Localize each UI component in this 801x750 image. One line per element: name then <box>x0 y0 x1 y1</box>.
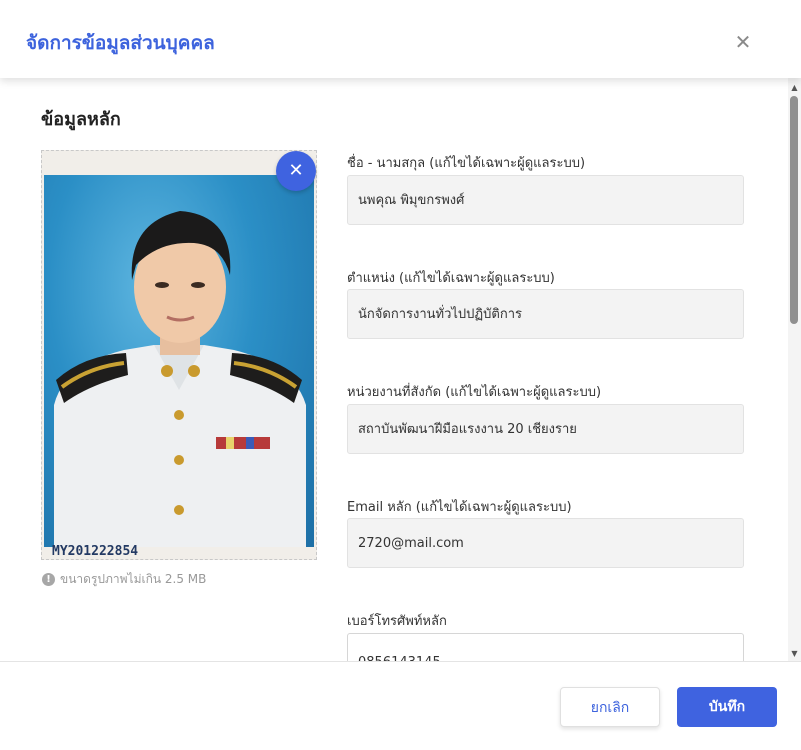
department-label: หน่วยงานที่สังกัด (แก้ไขได้เฉพาะผู้ดูแลร… <box>347 385 602 400</box>
remove-photo-button[interactable]: ✕ <box>276 151 316 191</box>
photo-size-hint-text: ขนาดรูปภาพไม่เกิน 2.5 MB <box>60 572 207 586</box>
email-field[interactable]: 2720@mail.com <box>347 518 744 568</box>
photo-size-hint: ! ขนาดรูปภาพไม่เกิน 2.5 MB <box>42 570 206 589</box>
personal-info-dialog: จัดการข้อมูลส่วนบุคคล ✕ ข้อมูลหลัก MY201… <box>0 0 801 750</box>
dialog-title: จัดการข้อมูลส่วนบุคคล <box>26 32 215 54</box>
dialog-header: จัดการข้อมูลส่วนบุคคล ✕ <box>0 0 801 78</box>
phone-field[interactable]: 0856143145 <box>347 633 744 662</box>
photo-caption: MY201222854 <box>52 544 139 559</box>
save-button[interactable]: บันทึก <box>677 687 777 727</box>
profile-photo-upload[interactable]: MY201222854 <box>41 150 317 560</box>
scroll-down-icon[interactable]: ▼ <box>789 648 800 659</box>
cancel-button[interactable]: ยกเลิก <box>560 687 660 727</box>
dialog-body: ข้อมูลหลัก MY201222854 ✕ ! ขนาดรูปภาพไม่… <box>0 78 788 662</box>
scroll-up-icon[interactable]: ▲ <box>789 82 800 93</box>
close-icon[interactable]: ✕ <box>732 31 754 53</box>
info-icon: ! <box>42 573 55 586</box>
phone-label: เบอร์โทรศัพท์หลัก <box>347 614 447 629</box>
position-field[interactable]: นักจัดการงานทั่วไปปฏิบัติการ <box>347 289 744 339</box>
email-label: Email หลัก (แก้ไขได้เฉพาะผู้ดูแลระบบ) <box>347 500 572 515</box>
fullname-label: ชื่อ - นามสกุล (แก้ไขได้เฉพาะผู้ดูแลระบบ… <box>347 156 586 171</box>
scrollbar-thumb[interactable] <box>790 96 798 324</box>
dialog-footer: ยกเลิก บันทึก <box>0 661 801 750</box>
section-title: ข้อมูลหลัก <box>41 109 121 130</box>
fullname-field[interactable]: นพคุณ พิมุขกรพงศ์ <box>347 175 744 225</box>
position-label: ตำแหน่ง (แก้ไขได้เฉพาะผู้ดูแลระบบ) <box>347 271 555 286</box>
profile-photo <box>54 211 306 547</box>
department-field[interactable]: สถาบันพัฒนาฝีมือแรงงาน 20 เชียงราย <box>347 404 744 454</box>
